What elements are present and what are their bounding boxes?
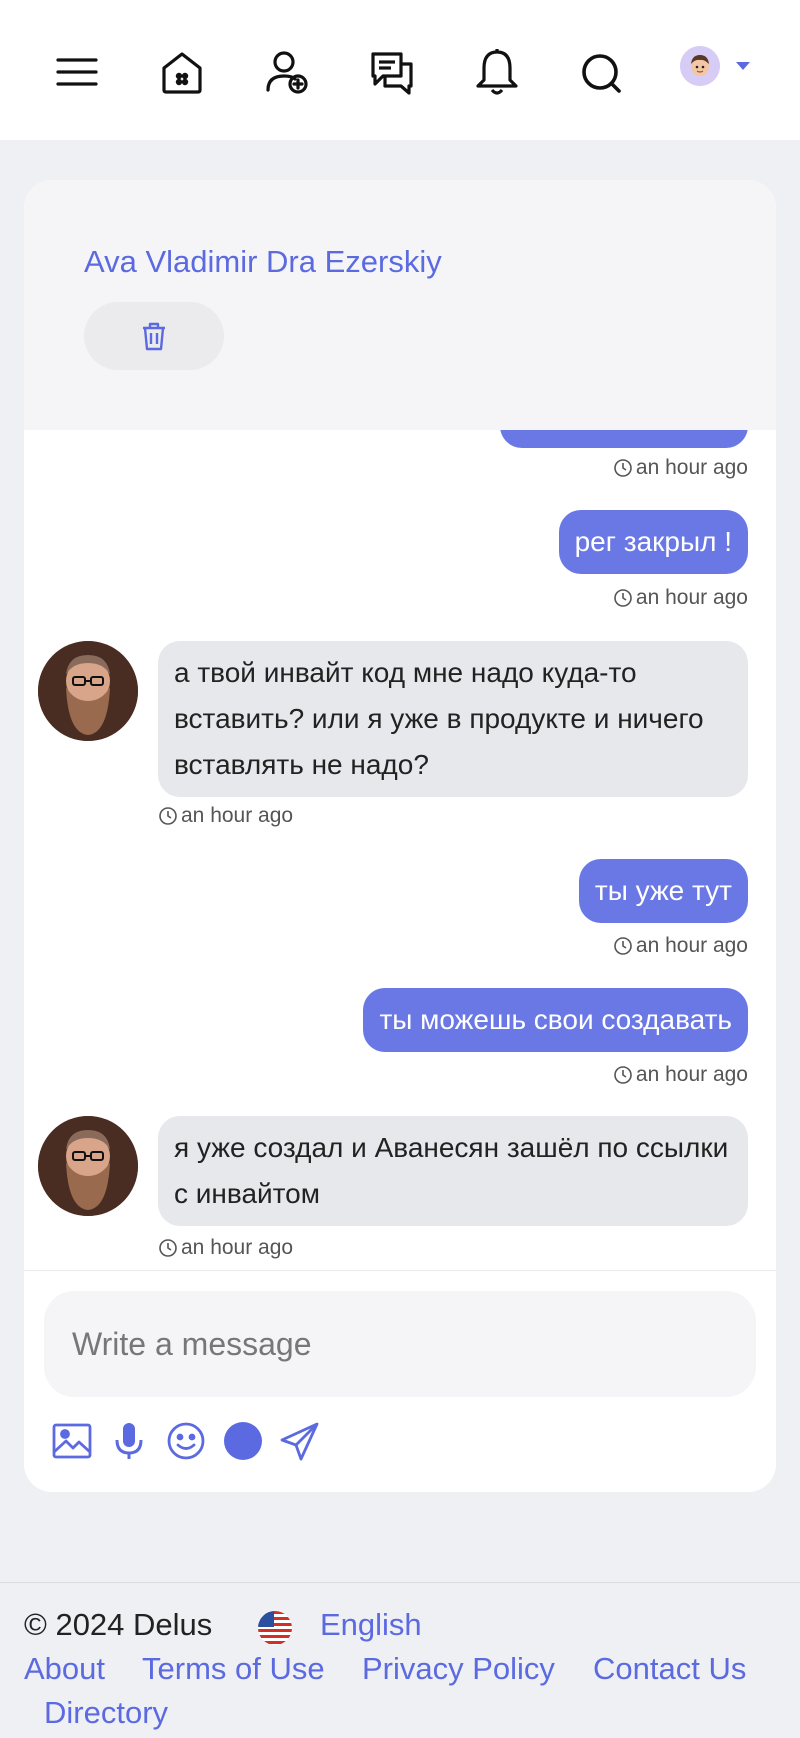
footer-link-directory[interactable]: Directory [44,1695,168,1731]
chat-panel: Ava Vladimir Dra Ezerskiy an hour ago ре… [24,180,776,1492]
message-composer [24,1270,776,1492]
menu-icon[interactable] [52,42,102,102]
clock-icon [614,589,632,607]
notifications-icon[interactable] [472,42,522,102]
footer-link-contact[interactable]: Contact Us [593,1651,746,1687]
footer: © 2024 Delus English About Terms of Use … [0,1582,800,1738]
account-dropdown-icon[interactable] [736,62,750,70]
copyright-text: © 2024 Delus [24,1607,213,1642]
top-navigation-bar [0,0,800,140]
microphone-icon[interactable] [107,1419,151,1463]
home-icon[interactable] [157,42,207,102]
clock-icon [614,459,632,477]
trash-icon [143,322,165,351]
outgoing-message-bubble: ты уже тут [578,859,748,923]
chat-header: Ava Vladimir Dra Ezerskiy [24,180,776,430]
footer-link-about[interactable]: About [24,1651,105,1687]
delete-chat-button[interactable] [84,302,224,370]
clock-icon [159,807,177,825]
message-time: an hour ago [613,1063,748,1087]
incoming-message-bubble: а твой инвайт код мне надо куда-то встав… [158,641,748,797]
record-icon[interactable] [221,1419,265,1463]
contact-avatar[interactable] [38,641,138,741]
message-time: an hour ago [613,456,748,480]
emoji-icon[interactable] [164,1419,208,1463]
clock-icon [614,937,632,955]
user-avatar[interactable] [680,46,720,86]
footer-link-terms[interactable]: Terms of Use [142,1651,325,1687]
contact-avatar[interactable] [38,1116,138,1216]
footer-link-privacy[interactable]: Privacy Policy [362,1651,555,1687]
incoming-message-bubble: я уже создал и Аванесян зашёл по ссылки … [158,1116,748,1226]
clock-icon [159,1239,177,1257]
language-selector[interactable]: English [320,1607,422,1643]
message-time: an hour ago [613,934,748,958]
message-time: an hour ago [613,586,748,610]
contact-name[interactable]: Ava Vladimir Dra Ezerskiy [84,244,442,280]
outgoing-message-bubble: рег закрыл ! [558,510,748,574]
send-icon[interactable] [278,1419,322,1463]
us-flag-icon[interactable] [258,1611,292,1645]
message-list[interactable]: an hour ago рег закрыл ! an hour ago а т… [24,430,776,1270]
message-time: an hour ago [158,804,293,828]
messages-icon[interactable] [367,42,417,102]
outgoing-message-bubble: ты можешь свои создавать [363,988,748,1052]
search-icon[interactable] [577,42,627,102]
add-friend-icon[interactable] [262,42,312,102]
outgoing-message-bubble [500,430,748,448]
message-input[interactable] [44,1291,756,1397]
image-icon[interactable] [50,1419,94,1463]
message-time: an hour ago [158,1236,293,1260]
clock-icon [614,1066,632,1084]
